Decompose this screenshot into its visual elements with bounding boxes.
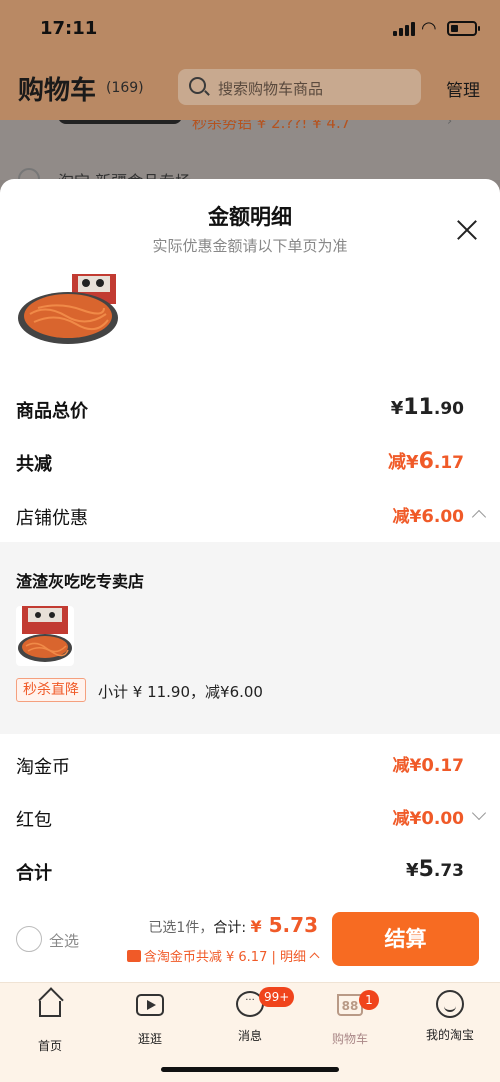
home-icon bbox=[39, 1001, 61, 1017]
chevron-up-icon[interactable] bbox=[471, 509, 487, 525]
tab-explore[interactable]: 逛逛 bbox=[100, 989, 200, 1049]
total-discount-label: 共减 bbox=[16, 454, 52, 475]
row-sum: 合计 ¥5.73 bbox=[16, 857, 484, 889]
search-input[interactable]: 搜索购物车商品 bbox=[178, 69, 421, 105]
row-total-price: 商品总价 ¥11.90 bbox=[16, 395, 484, 427]
tab-my-taobao[interactable]: 我的淘宝 bbox=[400, 989, 500, 1049]
checkout-bar: 全选 已选1件，合计: ¥ 5.73 含淘金币共减 ¥ 6.17 | 明细 结算 bbox=[0, 900, 500, 982]
coin-value: 减¥0.17 bbox=[392, 755, 465, 776]
tab-cart[interactable]: 88 1 购物车 bbox=[300, 989, 400, 1049]
chevron-down-icon[interactable] bbox=[471, 805, 487, 821]
battery-icon bbox=[447, 21, 480, 36]
tab-label: 我的淘宝 bbox=[425, 1028, 474, 1042]
home-indicator bbox=[161, 1067, 339, 1072]
close-button[interactable] bbox=[452, 215, 482, 245]
wifi-icon: ◠ bbox=[421, 18, 437, 39]
total-price-label: 商品总价 bbox=[16, 401, 88, 422]
search-placeholder: 搜索购物车商品 bbox=[218, 80, 324, 98]
sum-value: ¥5.73 bbox=[406, 857, 464, 882]
message-badge: 99+ bbox=[259, 987, 295, 1007]
tab-label: 首页 bbox=[37, 1039, 62, 1053]
shop-discount-label: 店铺优惠 bbox=[16, 508, 88, 529]
product-thumbnail bbox=[16, 606, 74, 666]
manage-button[interactable]: 管理 bbox=[446, 76, 480, 101]
search-icon bbox=[189, 77, 206, 94]
select-all-label[interactable]: 全选 bbox=[49, 930, 79, 951]
red-packet-value: 减¥0.00 bbox=[392, 808, 465, 829]
sum-label: 合计 bbox=[16, 863, 52, 884]
tab-label: 逛逛 bbox=[137, 1032, 162, 1046]
status-time: 17:11 bbox=[40, 18, 98, 39]
row-shop-discount[interactable]: 店铺优惠 减¥6.00 bbox=[16, 504, 487, 534]
shop-subtotal: 小计 ¥ 11.90，减¥6.00 bbox=[98, 683, 263, 701]
status-bar: 17:11 ◠ bbox=[0, 0, 500, 58]
red-packet-label: 红包 bbox=[16, 810, 52, 831]
sheet-subtitle: 实际优惠金额请以下单页为准 bbox=[152, 237, 348, 255]
page-title: 购物车 bbox=[18, 75, 97, 105]
background-promo-text: 秒杀势铝 ¥ 2.??! ¥ 4.7 bbox=[192, 120, 351, 132]
coin-label: 淘金币 bbox=[16, 757, 70, 778]
shop-discount-detail: 渣渣灰吃吃专卖店 秒杀直降 小计 ¥ 11.90，减¥6.00 bbox=[0, 542, 500, 734]
shop-discount-value: 减¥6.00 bbox=[392, 506, 465, 527]
chevron-up-icon bbox=[309, 952, 320, 963]
coupon-icon bbox=[126, 950, 141, 962]
shop-name: 渣渣灰吃吃专卖店 bbox=[16, 572, 145, 591]
promo-tag: 秒杀直降 bbox=[16, 678, 86, 702]
product-image bbox=[16, 274, 127, 346]
smile-icon bbox=[436, 990, 464, 1018]
select-all-checkbox[interactable] bbox=[16, 926, 42, 952]
checkout-button[interactable]: 结算 bbox=[332, 912, 479, 966]
signal-icon bbox=[393, 22, 415, 36]
play-icon bbox=[136, 994, 164, 1016]
checkout-summary: 已选1件，合计: ¥ 5.73 bbox=[148, 913, 318, 937]
row-total-discount: 共减 减¥6.17 bbox=[16, 449, 484, 480]
tab-messages[interactable]: ··· 99+ 消息 bbox=[200, 987, 300, 1049]
row-red-packet[interactable]: 红包 减¥0.00 bbox=[16, 805, 487, 836]
cart-count: (169) bbox=[106, 80, 144, 96]
coin-detail-link[interactable]: 含淘金币共减 ¥ 6.17 | 明细 bbox=[126, 946, 320, 965]
tab-label: 消息 bbox=[237, 1029, 262, 1043]
tab-label: 购物车 bbox=[331, 1032, 368, 1046]
total-discount-value: 减¥6.17 bbox=[388, 449, 464, 474]
product-thumb-partial bbox=[58, 120, 182, 124]
sheet-title: 金额明细 bbox=[208, 205, 292, 229]
total-price-value: ¥11.90 bbox=[390, 395, 464, 420]
cart-list-background: 秒杀势铝 ¥ 2.??! ¥ 4.7 › 淘宝 新疆食品专场 bbox=[0, 120, 500, 180]
cart-badge: 1 bbox=[359, 990, 379, 1010]
row-taobao-coin: 淘金币 减¥0.17 bbox=[16, 753, 484, 783]
chevron-right-icon: › bbox=[447, 120, 453, 129]
tab-home[interactable]: 首页 bbox=[0, 989, 100, 1053]
